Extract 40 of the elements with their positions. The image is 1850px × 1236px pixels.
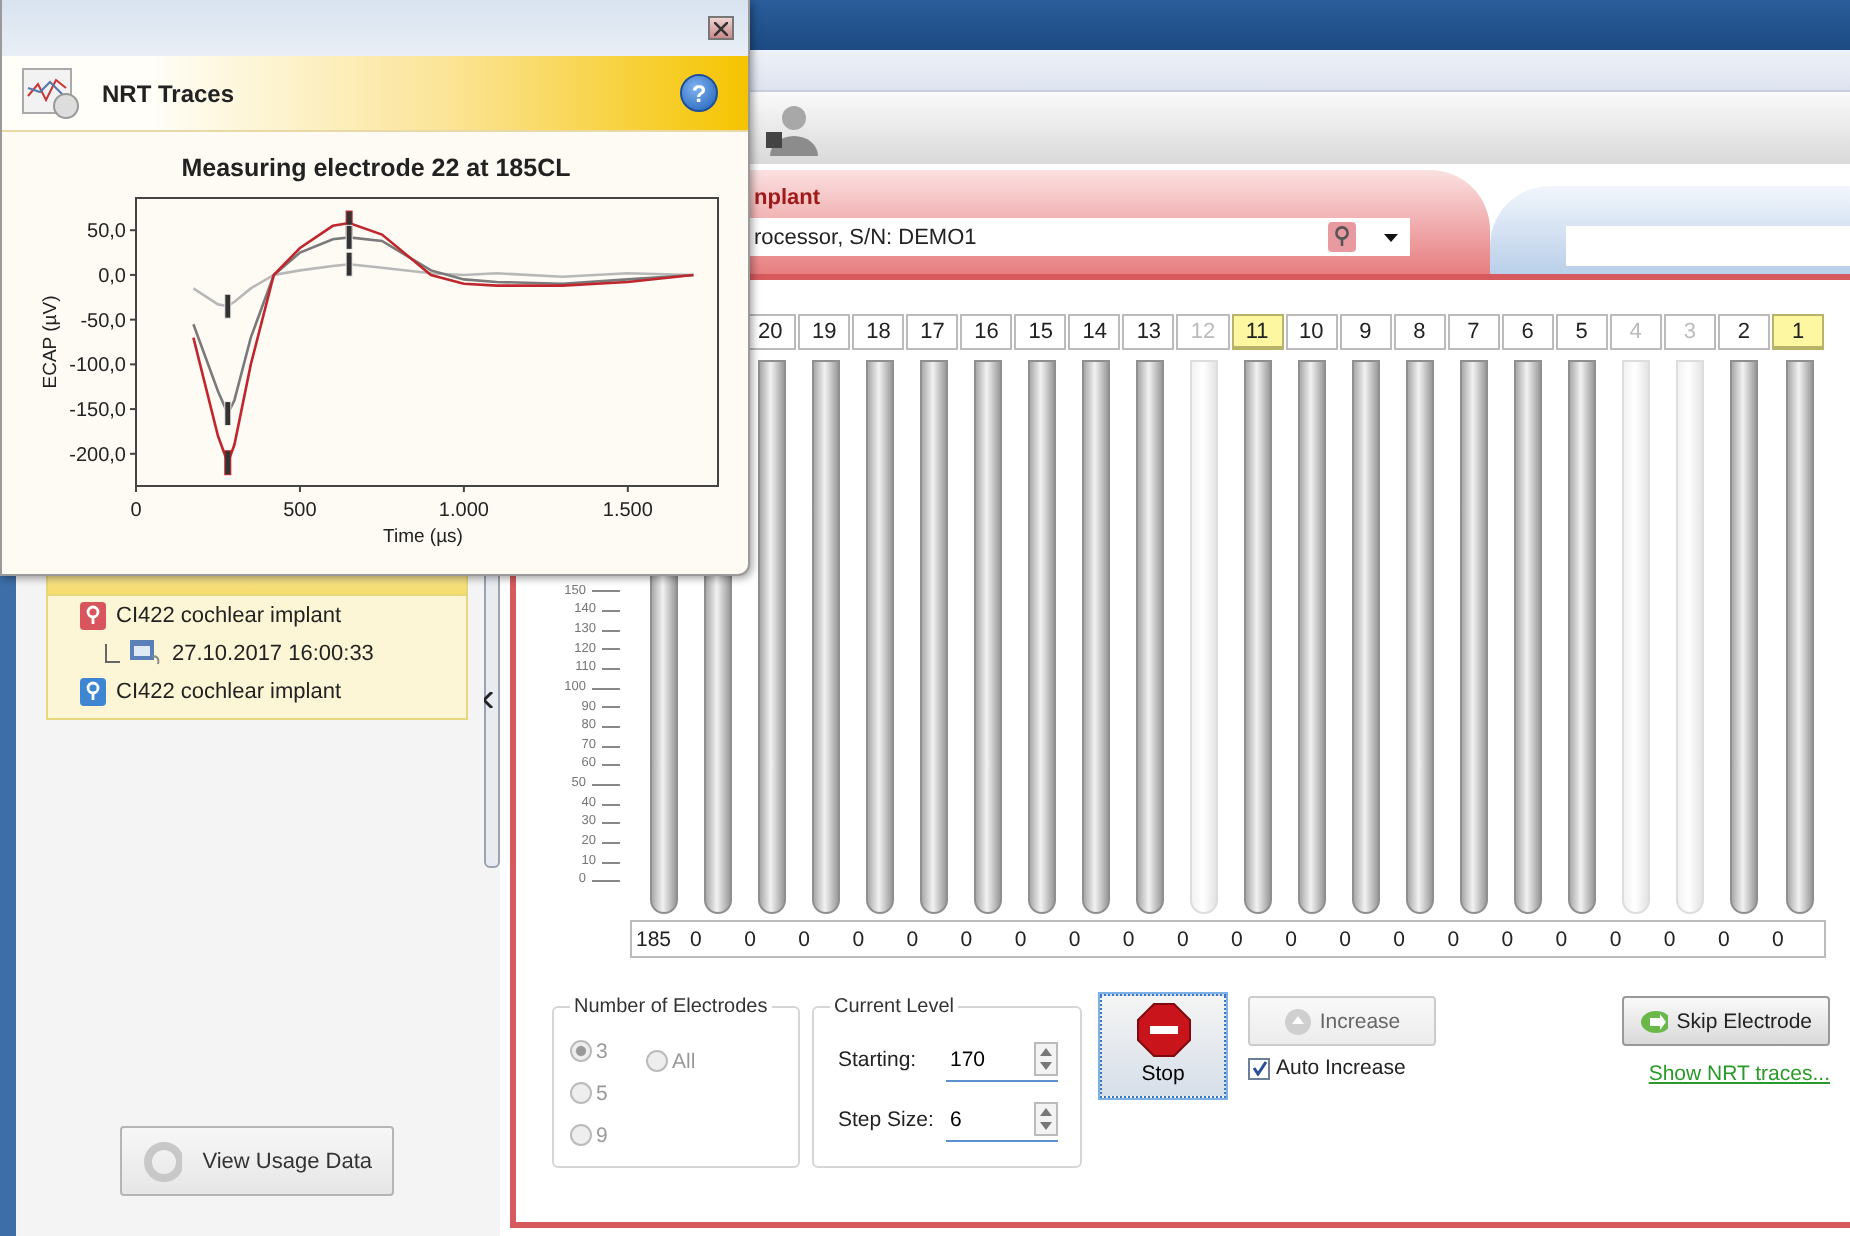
electrode-value: 0 xyxy=(1445,927,1462,951)
electrode-value: 0 xyxy=(742,927,758,951)
y-tick-label: 0,0 xyxy=(98,265,126,288)
electrode-value: 0 xyxy=(1769,927,1786,951)
electrode-value: 0 xyxy=(1229,927,1245,951)
electrode-value: 0 xyxy=(1661,927,1678,951)
window-title: NRT Traces xyxy=(102,79,237,107)
electrode-value: 0 xyxy=(1066,927,1083,951)
electrode-value: 0 xyxy=(1715,927,1732,951)
y-axis-label: ECAP (µV) xyxy=(40,295,62,389)
group-title: Current Level xyxy=(832,996,957,1018)
electrode-value: 0 xyxy=(1499,927,1516,951)
x-tick-label: 0 xyxy=(130,500,142,522)
x-axis-label: Time (µs) xyxy=(383,526,463,548)
electrode-value: 0 xyxy=(1391,927,1407,951)
electrode-value: 0 xyxy=(688,927,704,951)
y-tick-label: -50,0 xyxy=(80,310,126,333)
y-tick-label: -150,0 xyxy=(69,400,126,423)
tab-title: nplant xyxy=(752,186,822,210)
electrode-value: 0 xyxy=(904,927,921,951)
electrode-value: 0 xyxy=(796,927,812,951)
x-tick-label: 1.000 xyxy=(438,500,489,522)
field-label: Step Size: xyxy=(836,1108,936,1132)
y-tick-label: -200,0 xyxy=(69,444,126,467)
electrode-value: 0 xyxy=(1607,927,1624,951)
electrode-value: 0 xyxy=(1553,927,1570,951)
x-tick-label: 1.500 xyxy=(602,500,653,522)
electrode-value: 0 xyxy=(1012,927,1029,951)
electrode-value: 0 xyxy=(958,927,975,951)
y-tick-label: -100,0 xyxy=(69,355,126,378)
x-tick-label: 500 xyxy=(283,500,317,522)
y-tick-label: 50,0 xyxy=(87,221,126,244)
electrode-value: 0 xyxy=(1283,927,1299,951)
electrode-value: 0 xyxy=(1337,927,1353,951)
electrode-value: 185 xyxy=(634,927,674,951)
electrode-value: 0 xyxy=(1120,927,1137,951)
electrode-value: 0 xyxy=(850,927,867,951)
group-title: Number of Electrodes xyxy=(572,996,770,1018)
electrode-value: 0 xyxy=(1174,927,1191,951)
field-label: Starting: xyxy=(836,1048,919,1072)
